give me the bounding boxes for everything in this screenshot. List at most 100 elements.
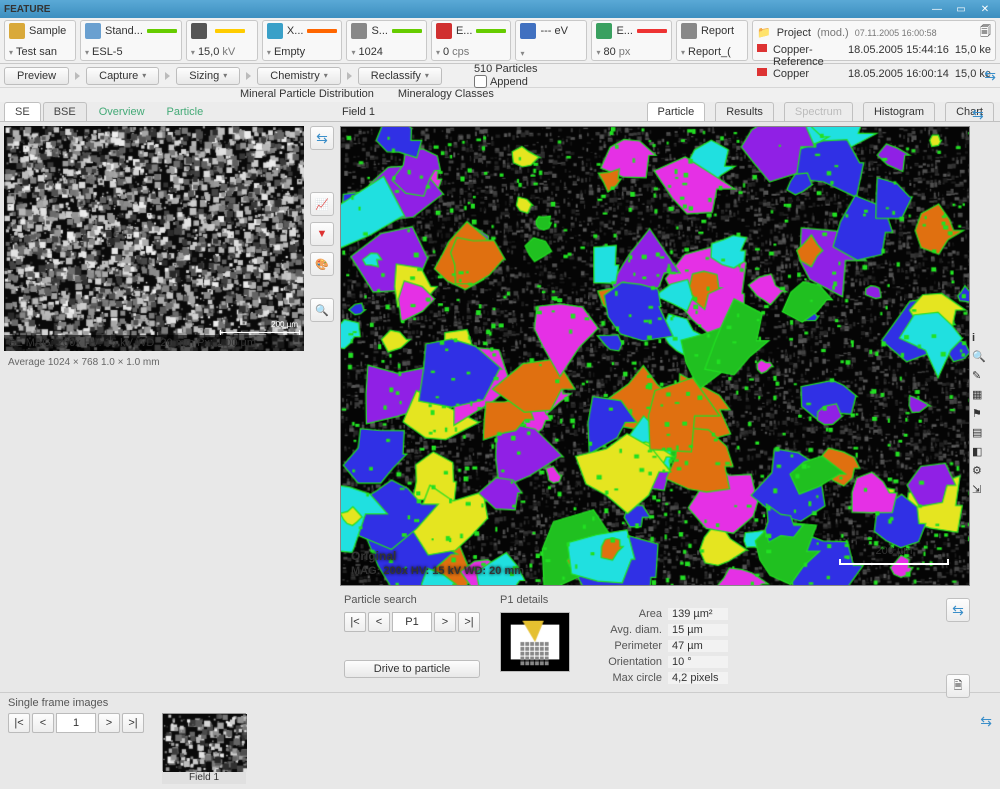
layer-icon[interactable]: ▤ bbox=[972, 426, 998, 439]
tab-particle[interactable]: Particle bbox=[647, 102, 706, 121]
tool-block[interactable]: E... ▾80px bbox=[591, 20, 672, 61]
first-button[interactable]: |< bbox=[344, 612, 366, 632]
status-b: Mineralogy Classes bbox=[398, 88, 494, 100]
project-row[interactable]: Copper-Reference18.05.2005 15:44:1615,0 … bbox=[757, 44, 991, 68]
swap-icon[interactable]: ⇆ bbox=[946, 598, 970, 622]
dropdown-icon[interactable]: ▾ bbox=[267, 48, 271, 57]
tool-icon bbox=[191, 23, 207, 39]
tab-histogram[interactable]: Histogram bbox=[863, 102, 935, 121]
export-icon[interactable]: 🗎 bbox=[946, 674, 970, 698]
last-button[interactable]: >| bbox=[122, 713, 144, 733]
main-toolbar: Sample ▾Test sanStand... ▾ESL-5 ▾15,0kVX… bbox=[0, 18, 1000, 64]
swap-icon[interactable]: ⇆ bbox=[972, 106, 998, 123]
project-panel: 📁 Project (mod.) 07.11.2005 16:00:58 🗐 C… bbox=[752, 20, 996, 61]
color-icon[interactable]: ◧ bbox=[972, 445, 998, 458]
next-button[interactable]: > bbox=[434, 612, 456, 632]
tab-overview[interactable]: Overview bbox=[89, 103, 155, 121]
status-led bbox=[476, 29, 506, 33]
tool-block[interactable]: --- eV ▾ bbox=[515, 20, 587, 61]
grid-icon[interactable]: ▦ bbox=[972, 388, 998, 401]
tab-se[interactable]: SE bbox=[4, 102, 41, 121]
dropdown-icon[interactable]: ▾ bbox=[351, 48, 355, 57]
project-date: 07.11.2005 16:00:58 bbox=[855, 28, 937, 38]
tool-block[interactable]: Sample ▾Test san bbox=[4, 20, 76, 61]
zoom-icon[interactable]: 🔍 bbox=[310, 298, 334, 322]
detail-row: Perimeter47 µm bbox=[590, 640, 728, 652]
tool-icon bbox=[85, 23, 101, 39]
dropdown-icon[interactable]: ▾ bbox=[85, 48, 89, 57]
se-image[interactable]: SE MAG: 200x HV: 15 kV WD: 20 mm Px: 1,0… bbox=[4, 126, 304, 351]
dropdown-icon[interactable]: ▾ bbox=[596, 48, 600, 57]
status-a: Mineral Particle Distribution bbox=[240, 88, 374, 100]
brush-icon[interactable]: ✎ bbox=[972, 369, 998, 382]
project-mod: (mod.) bbox=[817, 27, 849, 39]
swap-icon[interactable]: ⇆ bbox=[984, 67, 996, 84]
tool-label: Report bbox=[701, 25, 734, 37]
tool-block[interactable]: Stand... ▾ESL-5 bbox=[80, 20, 182, 61]
tool-icon bbox=[596, 23, 612, 39]
prev-button[interactable]: < bbox=[368, 612, 390, 632]
tool-label: --- eV bbox=[540, 25, 568, 37]
project-row[interactable]: Copper18.05.2005 16:00:1415,0 ke bbox=[757, 68, 991, 80]
tab-particle[interactable]: Particle bbox=[157, 103, 214, 121]
capture-button[interactable]: Capture▾ bbox=[86, 67, 159, 85]
app-title: FEATURE bbox=[4, 4, 50, 15]
psearch-title: Particle search bbox=[344, 594, 480, 606]
chemistry-button[interactable]: Chemistry▾ bbox=[257, 67, 341, 85]
swap-icon[interactable]: ⇆ bbox=[980, 713, 992, 730]
dropdown-icon[interactable]: ▾ bbox=[191, 48, 195, 57]
field-label: Field 1 bbox=[342, 106, 375, 118]
step-arrow-icon bbox=[75, 72, 80, 80]
reclassify-button[interactable]: Reclassify▾ bbox=[358, 67, 442, 85]
scale-bar bbox=[220, 332, 300, 333]
filter-icon[interactable]: ▼ bbox=[310, 222, 334, 246]
preview-button[interactable]: Preview bbox=[4, 67, 69, 85]
dropdown-icon[interactable]: ▾ bbox=[681, 48, 685, 57]
particle-index-input[interactable] bbox=[392, 612, 432, 632]
spectrum-icon bbox=[757, 68, 767, 76]
zoom-icon[interactable]: 🔍 bbox=[972, 350, 998, 363]
tool-value: Empty bbox=[274, 46, 305, 58]
minimize-button[interactable]: — bbox=[926, 2, 948, 16]
palette-icon[interactable]: 🎨 bbox=[310, 252, 334, 276]
prev-button[interactable]: < bbox=[32, 713, 54, 733]
sizing-button[interactable]: Sizing▾ bbox=[176, 67, 240, 85]
tool-block[interactable]: S... ▾1024 bbox=[346, 20, 427, 61]
next-button[interactable]: > bbox=[98, 713, 120, 733]
tool-value: 0 bbox=[443, 46, 449, 58]
tool-block[interactable]: X... ▾Empty bbox=[262, 20, 343, 61]
se-caption: SE MAG: 200x HV: 15 kV WD: 20 mm Px: 1,0… bbox=[4, 335, 304, 351]
info-icon[interactable]: i bbox=[972, 332, 998, 344]
dropdown-icon[interactable]: ▾ bbox=[436, 48, 440, 57]
status-led bbox=[147, 29, 177, 33]
first-button[interactable]: |< bbox=[8, 713, 30, 733]
dropdown-icon[interactable]: ▾ bbox=[520, 49, 524, 58]
append-checkbox[interactable]: Append bbox=[474, 75, 538, 88]
tool-icon[interactable]: ⚙ bbox=[972, 464, 998, 477]
tool-icon bbox=[520, 23, 536, 39]
marker-icon[interactable]: ⚑ bbox=[972, 407, 998, 420]
tab-bse[interactable]: BSE bbox=[43, 102, 87, 121]
frame-thumb[interactable]: Field 1 bbox=[162, 713, 246, 784]
spectrum-icon bbox=[757, 44, 767, 52]
tool-block[interactable]: Report ▾Report_( bbox=[676, 20, 748, 61]
tool-label: X... bbox=[287, 25, 304, 37]
tab-results[interactable]: Results bbox=[715, 102, 774, 121]
last-button[interactable]: >| bbox=[458, 612, 480, 632]
swap-icon[interactable]: ⇆ bbox=[310, 126, 334, 150]
tool-block[interactable]: E... ▾0cps bbox=[431, 20, 512, 61]
chart-icon[interactable]: 📈 bbox=[310, 192, 334, 216]
step-arrow-icon bbox=[246, 72, 251, 80]
maximize-button[interactable]: ▭ bbox=[950, 2, 972, 16]
step-arrow-icon bbox=[165, 72, 170, 80]
tool-block[interactable]: ▾15,0kV bbox=[186, 20, 258, 61]
field-image[interactable]: Original MAG: 200x HV: 15 kV WD: 20 mm 2… bbox=[340, 126, 970, 586]
titlebar: FEATURE — ▭ ✕ bbox=[0, 0, 1000, 18]
project-action-icon[interactable]: 🗐 bbox=[980, 23, 991, 42]
dropdown-icon[interactable]: ▾ bbox=[9, 48, 13, 57]
export-icon[interactable]: ⇲ bbox=[972, 483, 998, 496]
drive-to-particle-button[interactable]: Drive to particle bbox=[344, 660, 480, 678]
close-button[interactable]: ✕ bbox=[974, 2, 996, 16]
frame-index-input[interactable] bbox=[56, 713, 96, 733]
frame-thumb-label: Field 1 bbox=[162, 771, 246, 784]
